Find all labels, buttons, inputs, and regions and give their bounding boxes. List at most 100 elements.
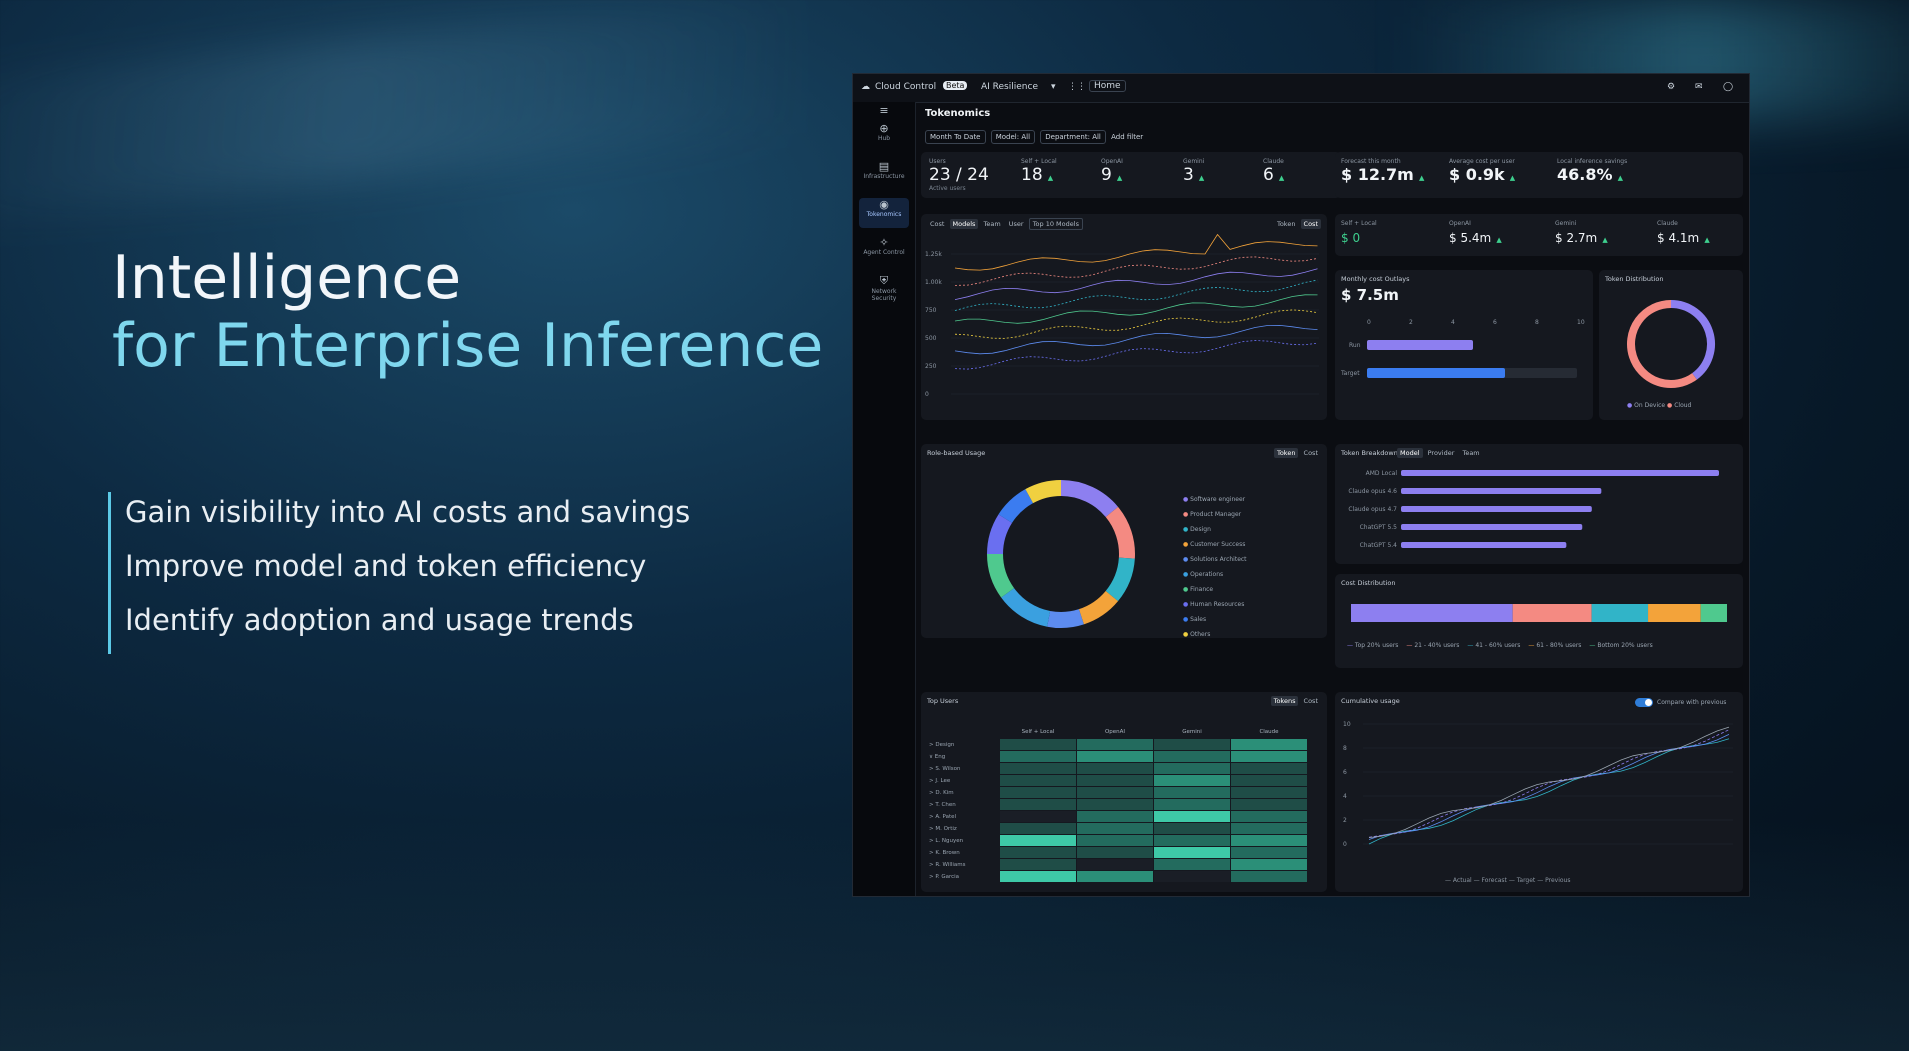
heat-cell xyxy=(1230,738,1308,751)
trend-series-line xyxy=(954,309,1318,339)
header-gemini[interactable]: Gemini xyxy=(1154,726,1231,739)
sidebar-item-agent-control[interactable]: ✧ Agent Control xyxy=(859,236,909,266)
compare-toggle[interactable] xyxy=(1635,698,1653,707)
table-row[interactable]: > P. Garcia xyxy=(929,870,1308,883)
cost-trend-chart: 1.25k 1.00k 750 500 250 0 xyxy=(925,234,1319,398)
heat-cell xyxy=(1230,834,1308,847)
bar-category-label: AMD Local xyxy=(1366,470,1398,477)
token-bar xyxy=(1401,488,1602,494)
top-models-select[interactable]: Top 10 Models xyxy=(1028,218,1083,230)
legend-item: — Bottom 20% users xyxy=(1589,642,1653,649)
tab-cost-metric[interactable]: Cost xyxy=(1300,219,1321,229)
donut-slice xyxy=(1060,480,1119,518)
legend-cloud: Cloud xyxy=(1674,402,1692,409)
table-row[interactable]: > Design xyxy=(929,738,1308,751)
table-row[interactable]: > S. Wilson xyxy=(929,762,1308,775)
cumulative-series-line xyxy=(1368,726,1730,838)
sidebar-item-label: Network Security xyxy=(871,288,897,302)
kpi-label: OpenAI xyxy=(1101,158,1123,165)
y-tick-label: 4 xyxy=(1343,793,1347,800)
headline-line2: for Enterprise Inference xyxy=(112,311,824,381)
role-legend: ● Software engineer ● Product Manager ● De… xyxy=(1183,492,1247,642)
header-openai[interactable]: OpenAI xyxy=(1077,726,1154,739)
tab-team[interactable]: Team xyxy=(981,219,1004,229)
donut-slice xyxy=(1001,587,1051,627)
y-tick-label: 10 xyxy=(1343,721,1351,728)
table-row[interactable]: > D. Kim xyxy=(929,786,1308,799)
sidebar-item-network-security[interactable]: ⛨ Network Security xyxy=(859,274,909,304)
heatmap-table: Self + Local OpenAI Gemini Claude > Desi… xyxy=(929,726,1308,883)
header-claude[interactable]: Claude xyxy=(1231,726,1308,739)
filter-date[interactable]: Month To Date xyxy=(925,130,986,144)
table-row[interactable]: > T. Chen xyxy=(929,798,1308,811)
tab-tokens[interactable]: Tokens xyxy=(1270,696,1299,706)
sidebar-item-tokenomics[interactable]: ◉ Tokenomics xyxy=(859,198,909,228)
heat-cell xyxy=(1230,798,1308,811)
y-tick-label: 8 xyxy=(1343,745,1347,752)
tab-models[interactable]: Models xyxy=(949,219,979,229)
tab-cost[interactable]: Cost xyxy=(927,219,947,229)
heat-cell xyxy=(1153,870,1231,883)
heat-cell xyxy=(1153,750,1231,763)
table-row[interactable]: > A. Patel xyxy=(929,810,1308,823)
kpi-label: Self + Local xyxy=(1021,158,1057,165)
filter-department[interactable]: Department: All xyxy=(1040,130,1106,144)
tab-cost[interactable]: Cost xyxy=(1301,696,1321,706)
tab-cost[interactable]: Cost xyxy=(1301,448,1321,458)
table-row[interactable]: ∨ Eng xyxy=(929,750,1308,763)
tab-token[interactable]: Token xyxy=(1273,448,1299,458)
apps-grid-icon[interactable]: ⋮⋮ xyxy=(1068,82,1086,92)
header-self-local[interactable]: Self + Local xyxy=(1000,726,1077,739)
role-usage-title: Role-based Usage xyxy=(927,449,986,457)
tab-model[interactable]: Model xyxy=(1397,448,1423,458)
cost-kpi-card: Forecast this month $ 12.7m ▲ Average cos… xyxy=(1335,152,1743,198)
home-tab[interactable]: Home xyxy=(1089,80,1126,92)
kpi-value: $ 4.1m xyxy=(1657,231,1700,245)
tab-team[interactable]: Team xyxy=(1459,448,1482,458)
legend-on-device: On Device xyxy=(1634,402,1666,409)
y-tick-label: 1.25k xyxy=(925,251,942,258)
table-row[interactable]: > L. Nguyen xyxy=(929,834,1308,847)
tab-token[interactable]: Token xyxy=(1274,219,1299,229)
budget-value: $ 7.5m xyxy=(1341,286,1399,304)
cost-segment xyxy=(1591,604,1649,622)
legend-label: Software engineer xyxy=(1190,496,1246,503)
sidebar-item-hub[interactable]: ⊕ Hub xyxy=(859,122,909,152)
bar-category-label: ChatGPT 5.5 xyxy=(1360,524,1398,531)
budget-axis-label: 10 xyxy=(1577,319,1585,326)
tab-provider[interactable]: Provider xyxy=(1425,448,1458,458)
kpi-claude: Claude 6 ▲ xyxy=(1263,158,1284,185)
add-filter-button[interactable]: Add filter xyxy=(1111,133,1143,141)
row-name: > K. Brown xyxy=(929,849,960,856)
trend-up-icon: ▲ xyxy=(1509,174,1516,182)
kpi-label: Gemini xyxy=(1183,158,1205,165)
settings-icon[interactable]: ⚙ xyxy=(1667,82,1675,92)
heat-cell xyxy=(1076,786,1154,799)
heat-cell xyxy=(999,738,1077,751)
legend-item: ● Software engineer xyxy=(1183,492,1247,507)
table-row[interactable]: > R. Williams xyxy=(929,858,1308,871)
kpi-label: Claude xyxy=(1657,220,1678,227)
kpi-label: Local inference savings xyxy=(1557,158,1628,165)
heat-cell xyxy=(999,762,1077,775)
tab-user[interactable]: User xyxy=(1006,219,1027,229)
table-row[interactable]: > K. Brown xyxy=(929,846,1308,859)
beta-badge: Beta xyxy=(943,81,968,90)
table-row[interactable]: > M. Ortiz xyxy=(929,822,1308,835)
filter-model[interactable]: Model: All xyxy=(990,130,1036,144)
mail-icon[interactable]: ✉ xyxy=(1695,82,1703,92)
filter-bar: Month To Date Model: All Department: All… xyxy=(925,130,1143,144)
heat-cell xyxy=(999,822,1077,835)
workspace-selector[interactable]: AI Resilience xyxy=(981,82,1038,92)
user-icon[interactable]: ◯ xyxy=(1723,82,1733,92)
trend-up-icon: ▲ xyxy=(1617,174,1623,182)
trend-up-icon: ▲ xyxy=(1047,174,1054,182)
table-row[interactable]: > J. Lee xyxy=(929,774,1308,787)
headline-line1: Intelligence xyxy=(112,243,462,313)
legend-label: Customer Success xyxy=(1190,541,1246,548)
legend-item: ● Sales xyxy=(1183,612,1247,627)
legend-item: — Top 20% users xyxy=(1347,642,1399,649)
y-tick-label: 6 xyxy=(1343,769,1347,776)
sidebar-item-infrastructure[interactable]: ▤ Infrastructure xyxy=(859,160,909,190)
kpi-forecast: Forecast this month $ 12.7m ▲ xyxy=(1341,158,1424,184)
